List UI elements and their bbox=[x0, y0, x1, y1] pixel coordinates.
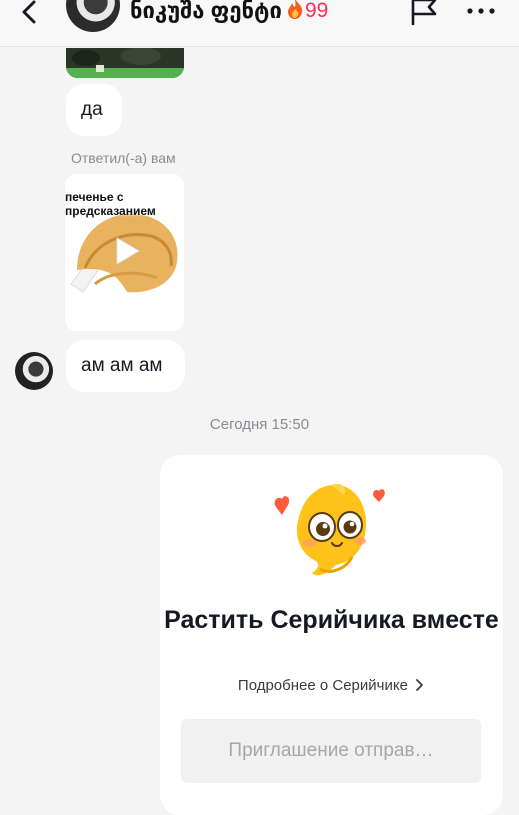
contact-name[interactable]: ნიკუშა ფენტი bbox=[130, 0, 282, 24]
reply-label: Ответил(-а) вам bbox=[71, 150, 176, 166]
image-message[interactable] bbox=[66, 48, 184, 78]
flag-icon[interactable] bbox=[408, 0, 440, 28]
message-bubble[interactable]: да bbox=[66, 84, 122, 136]
video-caption: печенье с предсказанием bbox=[65, 190, 156, 218]
timestamp: Сегодня 15:50 bbox=[209, 416, 310, 433]
chat-header: ნიკუშა ფენტი 99 bbox=[0, 0, 519, 47]
learn-more-link-label: Подробнее о Серийчике bbox=[237, 677, 408, 694]
flame-icon bbox=[286, 0, 304, 25]
back-arrow-icon[interactable] bbox=[12, 0, 46, 30]
heart-icon bbox=[274, 496, 290, 515]
streak-badge: 99 bbox=[286, 0, 328, 24]
invite-sent-button[interactable]: Приглашение отправ… bbox=[181, 719, 481, 783]
contact-avatar[interactable] bbox=[66, 0, 120, 32]
heart-icon bbox=[373, 489, 385, 502]
message-text: ам ам ам bbox=[81, 355, 163, 376]
more-icon[interactable] bbox=[464, 0, 498, 24]
video-message[interactable]: печенье с предсказанием bbox=[65, 174, 184, 331]
invite-title: Растить Серийчика вместе bbox=[164, 606, 499, 634]
play-icon[interactable] bbox=[109, 234, 143, 268]
message-bubble[interactable]: ам ам ам bbox=[66, 340, 185, 392]
sender-avatar[interactable] bbox=[15, 352, 53, 390]
chevron-right-icon bbox=[412, 677, 425, 694]
message-text: да bbox=[81, 99, 103, 120]
streak-count: 99 bbox=[305, 0, 329, 22]
mascot-illustration bbox=[270, 477, 394, 589]
learn-more-link[interactable]: Подробнее о Серийчике bbox=[160, 677, 503, 694]
